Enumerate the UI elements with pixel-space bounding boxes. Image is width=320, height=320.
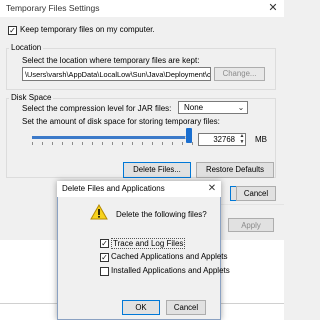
slider-tick [152,142,153,145]
main-cancel-button[interactable]: Cancel [236,186,276,201]
disk-space-slider-thumb[interactable] [186,128,192,143]
restore-defaults-button[interactable]: Restore Defaults [196,162,274,178]
installed-applications-label[interactable]: Installed Applications and Applets [111,266,230,275]
slider-tick [132,142,133,145]
trace-log-files-label[interactable]: Trace and Log Files [111,238,186,249]
slider-tick [172,142,173,145]
location-caption: Select the location where temporary file… [22,56,200,65]
chevron-down-icon[interactable]: ⌄ [236,101,246,114]
main-window-title: Temporary Files Settings [6,3,100,13]
slider-tick [42,142,43,145]
cached-applications-label[interactable]: Cached Applications and Applets [111,252,228,261]
slider-tick [142,142,143,145]
keep-temp-files-label[interactable]: Keep temporary files on my computer. [20,25,155,34]
disk-space-slider-fill [32,136,186,139]
disk-space-unit: MB [255,135,267,144]
slider-tick [72,142,73,145]
delete-dialog-title: Delete Files and Applications [62,184,165,193]
slider-tick [192,142,193,145]
compression-caption: Select the compression level for JAR fil… [22,104,172,113]
slider-tick [62,142,63,145]
trace-log-files-checkbox[interactable]: ✓ [100,239,109,248]
delete-dialog-close-icon[interactable]: ✕ [205,181,219,197]
disk-space-caption: Set the amount of disk space for storing… [22,117,220,126]
spin-arrows-icon[interactable]: ▲ ▼ [238,133,246,145]
apply-button[interactable]: Apply [228,218,274,232]
slider-tick [32,142,33,145]
disk-space-group-title: Disk Space [9,93,54,102]
check-icon: ✓ [101,253,108,262]
slider-tick [102,142,103,145]
delete-files-button[interactable]: Delete Files... [123,162,191,178]
location-path-field[interactable]: \Users\varsh\AppData\LocalLow\Sun\Java\D… [22,67,211,81]
main-close-icon[interactable]: ✕ [262,0,284,16]
delete-dialog-ok-button[interactable]: OK [122,300,160,315]
slider-tick [182,142,183,145]
slider-tick [52,142,53,145]
disk-space-slider-ticks [32,142,193,146]
check-icon: ✓ [101,239,108,248]
slider-tick [82,142,83,145]
delete-question: Delete the following files? [116,210,207,219]
warning-icon [90,203,108,220]
compression-level-value: None [184,103,204,112]
change-button[interactable]: Change... [214,67,265,81]
slider-tick [122,142,123,145]
delete-dialog-cancel-button[interactable]: Cancel [166,300,206,315]
slider-tick [92,142,93,145]
installed-applications-checkbox[interactable] [100,267,109,276]
slider-tick [162,142,163,145]
keep-temp-files-checkbox[interactable]: ✓ [8,26,17,35]
slider-tick [112,142,113,145]
location-group-title: Location [9,43,44,52]
check-icon: ✓ [9,26,16,35]
cached-applications-checkbox[interactable]: ✓ [100,253,109,262]
